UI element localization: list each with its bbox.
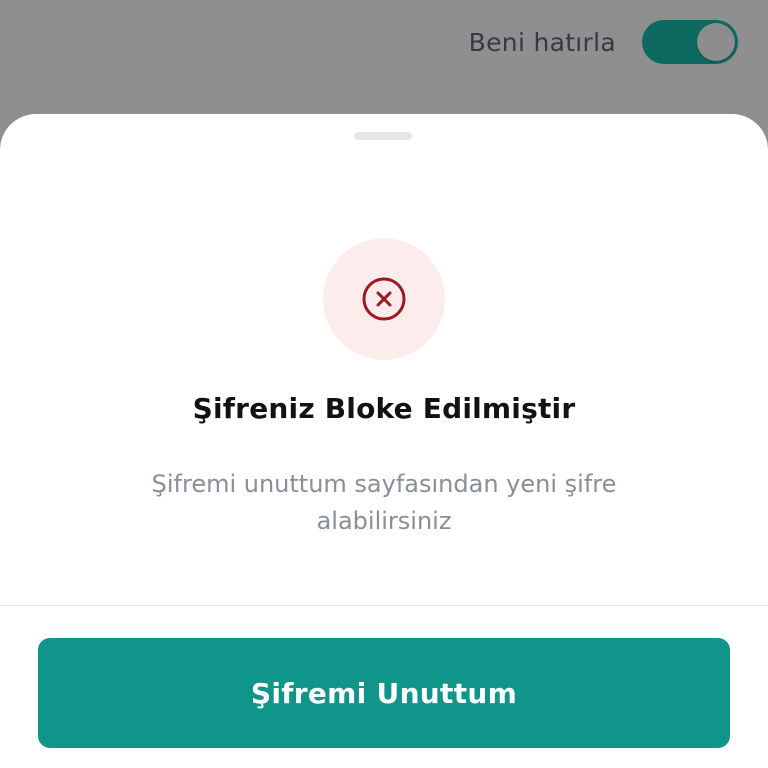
forgot-password-button[interactable]: Şifremi Unuttum: [38, 638, 730, 748]
sheet-title: Şifreniz Bloke Edilmiştir: [192, 392, 576, 425]
remember-me-row: Beni hatırla: [469, 20, 738, 64]
toggle-knob: [697, 23, 735, 61]
error-x-circle-icon: [362, 277, 406, 321]
login-screen: Beni hatırla Şifreniz Bloke Edilmiştir Ş…: [0, 0, 768, 768]
sheet-drag-handle[interactable]: [354, 132, 412, 140]
remember-me-label: Beni hatırla: [468, 27, 616, 57]
error-status-badge: [323, 238, 445, 360]
divider: [0, 605, 768, 606]
sheet-message: Şifremi unuttum sayfasından yeni şifre a…: [151, 470, 617, 535]
blocked-password-bottom-sheet: Şifreniz Bloke Edilmiştir Şifremi unuttu…: [0, 114, 768, 768]
remember-me-toggle[interactable]: [642, 20, 738, 64]
